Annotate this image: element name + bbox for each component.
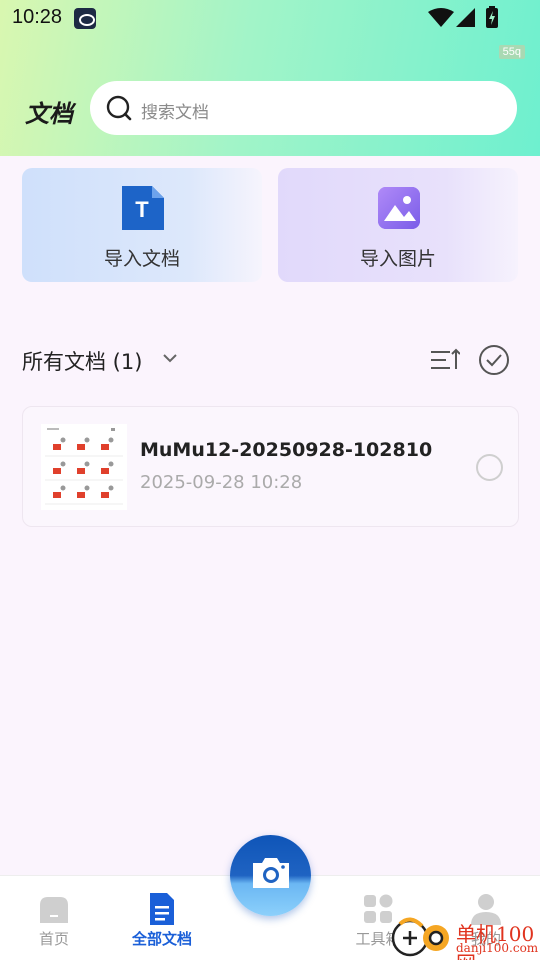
select-all-icon[interactable] xyxy=(478,344,510,376)
document-thumbnail xyxy=(41,424,127,510)
search-icon xyxy=(106,95,132,121)
watermark-sub: danji100.com xyxy=(456,941,539,955)
status-bar: 10:28 xyxy=(0,0,540,36)
search-input[interactable]: 搜索文档 xyxy=(90,81,517,135)
nav-home-label: 首页 xyxy=(38,930,69,948)
fps-badge: 55q xyxy=(498,45,525,59)
word-doc-icon: T xyxy=(122,186,164,230)
page-title: 文档 xyxy=(25,100,73,128)
nav-all-documents[interactable]: 全部文档 xyxy=(108,876,216,960)
nav-all-documents-label: 全部文档 xyxy=(131,930,192,948)
watermark: 单机100网 danji100.com xyxy=(390,916,540,960)
header: 10:28 55q 文档 搜索文档 xyxy=(0,0,540,156)
wifi-icon xyxy=(428,8,454,27)
import-document-card[interactable]: T 导入文档 xyxy=(22,168,262,282)
signal-icon xyxy=(456,8,475,27)
chevron-down-icon[interactable] xyxy=(162,350,178,366)
import-document-label: 导入文档 xyxy=(103,248,180,270)
section-header: 所有文档 (1) xyxy=(22,344,518,376)
home-icon xyxy=(40,897,68,923)
image-icon xyxy=(378,187,420,229)
import-image-label: 导入图片 xyxy=(359,248,436,270)
nav-home[interactable]: 首页 xyxy=(0,876,108,960)
document-select-radio[interactable] xyxy=(476,454,503,481)
battery-icon xyxy=(486,6,498,28)
search-placeholder: 搜索文档 xyxy=(141,103,209,123)
document-date: 2025-09-28 10:28 xyxy=(140,472,303,493)
notification-icon xyxy=(74,8,96,29)
watermark-logo xyxy=(391,917,449,957)
all-documents-title[interactable]: 所有文档 (1) xyxy=(22,346,142,376)
status-time: 10:28 xyxy=(12,6,63,28)
sort-icon[interactable] xyxy=(430,347,460,373)
document-list-item[interactable]: MuMu12-20250928-102810 2025-09-28 10:28 xyxy=(22,406,519,527)
document-list-icon xyxy=(150,893,174,925)
camera-icon xyxy=(253,858,289,888)
import-image-card[interactable]: 导入图片 xyxy=(278,168,518,282)
camera-button[interactable] xyxy=(230,835,311,916)
document-name: MuMu12-20250928-102810 xyxy=(140,439,433,461)
svg-text:T: T xyxy=(135,197,149,222)
